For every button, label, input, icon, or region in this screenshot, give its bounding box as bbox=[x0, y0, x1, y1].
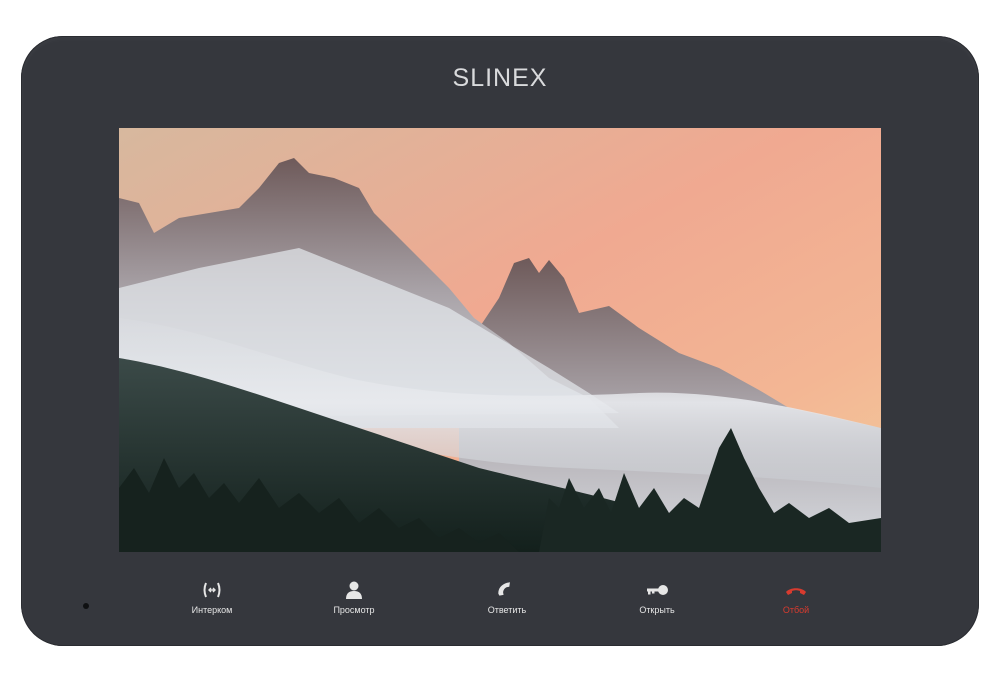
intercom-label: Интерком bbox=[191, 605, 233, 615]
hangup-icon bbox=[751, 580, 841, 602]
answer-label: Ответить bbox=[487, 605, 527, 615]
answer-button[interactable]: Ответить bbox=[462, 580, 552, 615]
phone-icon bbox=[462, 580, 552, 602]
display-screen bbox=[119, 128, 881, 552]
key-icon bbox=[612, 580, 702, 602]
open-button[interactable]: Открыть bbox=[612, 580, 702, 615]
person-icon bbox=[309, 580, 399, 602]
mountain-landscape-photo bbox=[119, 128, 881, 552]
hangup-button[interactable]: Отбой bbox=[751, 580, 841, 615]
intercom-icon bbox=[167, 580, 257, 602]
brand-logo: SLINEX bbox=[452, 64, 548, 92]
view-label: Просмотр bbox=[333, 605, 375, 615]
view-button[interactable]: Просмотр bbox=[309, 580, 399, 615]
hangup-label: Отбой bbox=[782, 605, 810, 615]
microphone-hole bbox=[83, 603, 89, 609]
intercom-monitor: SLINEX Интерком Просмотр Ответить Открыт… bbox=[21, 36, 979, 646]
open-label: Открыть bbox=[639, 605, 675, 615]
control-bar: Интерком Просмотр Ответить Открыть Отбой bbox=[21, 580, 979, 620]
intercom-button[interactable]: Интерком bbox=[167, 580, 257, 615]
